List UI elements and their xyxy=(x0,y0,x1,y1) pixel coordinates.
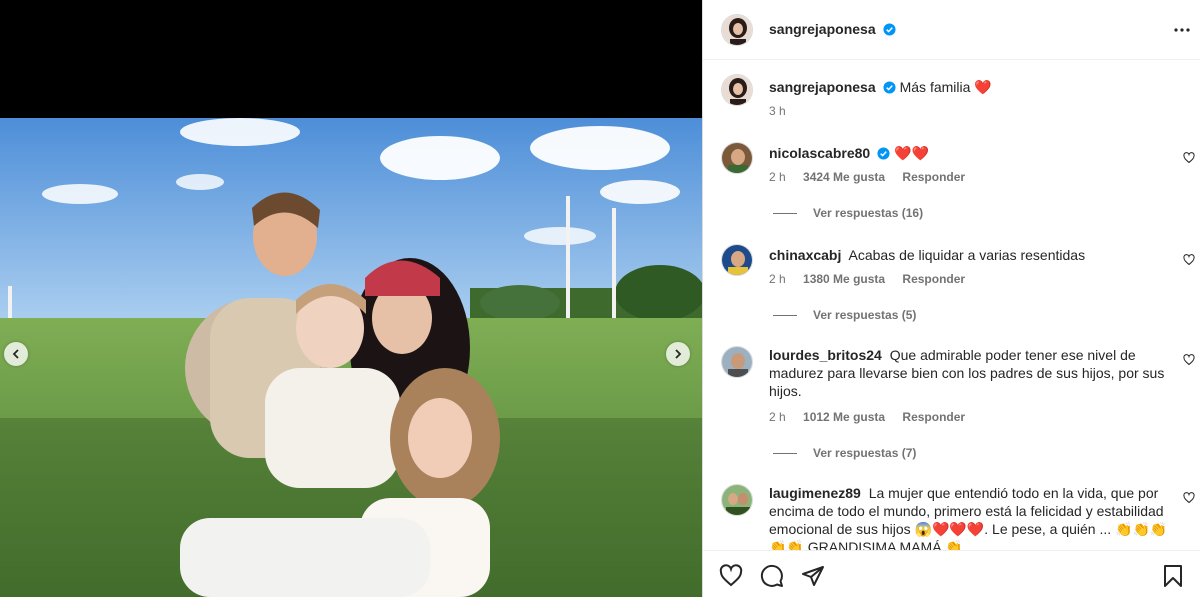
comment-username[interactable]: laugimenez89 xyxy=(769,485,861,501)
comment-text: ❤️❤️ xyxy=(894,145,930,161)
like-comment-heart-icon[interactable] xyxy=(1183,254,1195,266)
replies-divider xyxy=(773,452,797,454)
post-header: sangrejaponesa xyxy=(703,0,1200,60)
like-comment-heart-icon[interactable] xyxy=(1183,152,1195,164)
post-media xyxy=(0,0,702,597)
replies-divider xyxy=(773,314,797,316)
commenter-avatar[interactable] xyxy=(721,346,753,378)
comment-username[interactable]: lourdes_britos24 xyxy=(769,347,882,363)
reply-button[interactable]: Responder xyxy=(902,170,965,184)
view-replies-label: Ver respuestas (16) xyxy=(813,206,924,220)
commenter-avatar[interactable] xyxy=(721,484,753,516)
verified-badge-icon xyxy=(877,147,890,160)
verified-badge-icon xyxy=(883,81,896,94)
comment-username[interactable]: nicolascabre80 xyxy=(769,145,870,161)
heart-icon[interactable] xyxy=(719,564,743,588)
post-photo xyxy=(0,118,702,597)
comment-time[interactable]: 2 h xyxy=(769,170,786,184)
commenter-avatar[interactable] xyxy=(721,142,753,174)
view-replies-button[interactable]: Ver respuestas (7) xyxy=(773,446,916,460)
like-comment-heart-icon[interactable] xyxy=(1183,354,1195,366)
caption-time[interactable]: 3 h xyxy=(769,104,786,118)
caption-text: Más familia xyxy=(899,79,971,95)
commenter-avatar[interactable] xyxy=(721,244,753,276)
comment-icon[interactable] xyxy=(760,564,784,588)
comment-time[interactable]: 2 h xyxy=(769,272,786,286)
share-icon[interactable] xyxy=(801,564,825,588)
comment-username[interactable]: chinaxcabj xyxy=(769,247,841,263)
comment-text: Acabas de liquidar a varias resentidas xyxy=(848,247,1086,263)
author-username[interactable]: sangrejaponesa xyxy=(769,21,876,37)
bookmark-icon[interactable] xyxy=(1161,564,1185,588)
caption-username[interactable]: sangrejaponesa xyxy=(769,79,876,95)
caption-avatar[interactable] xyxy=(721,74,753,106)
post-action-bar xyxy=(703,550,1200,597)
chevron-left-icon xyxy=(12,349,19,359)
chevron-right-icon xyxy=(675,349,682,359)
post-panel: sangrejaponesa sangrejaponesa Más famili… xyxy=(702,0,1200,597)
replies-divider xyxy=(773,212,797,214)
comment-time[interactable]: 2 h xyxy=(769,410,786,424)
previous-photo-button[interactable] xyxy=(4,342,28,366)
view-replies-label: Ver respuestas (7) xyxy=(813,446,917,460)
caption-heart-emoji: ❤️ xyxy=(974,79,992,95)
comments-list[interactable]: sangrejaponesa Más familia ❤️ 3 h nicolas… xyxy=(703,60,1200,550)
comment-likes[interactable]: 1012 Me gusta xyxy=(803,410,885,424)
reply-button[interactable]: Responder xyxy=(902,410,965,424)
reply-button[interactable]: Responder xyxy=(902,272,965,286)
instagram-post-modal: sangrejaponesa sangrejaponesa Más famili… xyxy=(0,0,1200,597)
comment-likes[interactable]: 3424 Me gusta xyxy=(803,170,885,184)
view-replies-label: Ver respuestas (5) xyxy=(813,308,917,322)
more-options-icon xyxy=(1174,28,1190,32)
view-replies-button[interactable]: Ver respuestas (5) xyxy=(773,308,916,322)
next-photo-button[interactable] xyxy=(666,342,690,366)
comment-likes[interactable]: 1380 Me gusta xyxy=(803,272,885,286)
author-avatar[interactable] xyxy=(721,14,753,46)
verified-badge-icon xyxy=(883,23,896,36)
view-replies-button[interactable]: Ver respuestas (16) xyxy=(773,206,923,220)
like-comment-heart-icon[interactable] xyxy=(1183,492,1195,504)
more-options-button[interactable] xyxy=(1173,22,1191,38)
